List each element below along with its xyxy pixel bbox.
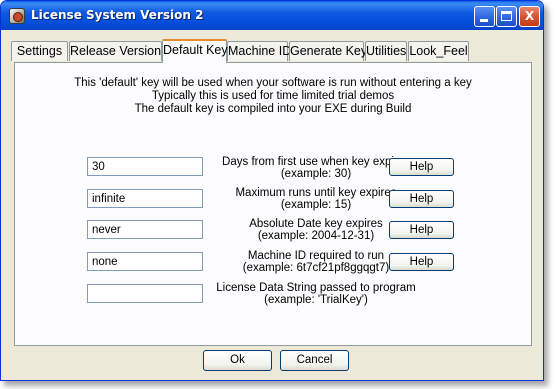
intro-line-1: This 'default' key will be used when you… — [74, 77, 472, 89]
max-runs-help-button[interactable]: Help — [389, 190, 454, 208]
close-button[interactable]: X — [519, 6, 540, 27]
tab-default-key[interactable]: Default Key — [162, 39, 228, 63]
intro-line-2: Typically this is used for time limited … — [151, 90, 395, 102]
license-data-string-input[interactable] — [87, 284, 203, 303]
days-help-button[interactable]: Help — [389, 158, 454, 176]
window-title: License System Version 2 — [31, 8, 204, 22]
title-bar[interactable]: License System Version 2 X — [1, 1, 543, 30]
tab-generate-key[interactable]: Generate Key — [289, 41, 367, 61]
intro-text: This 'default' key will be used when you… — [15, 77, 531, 116]
maximize-button[interactable] — [496, 6, 517, 27]
maximize-icon — [501, 11, 512, 21]
close-icon: X — [524, 9, 535, 23]
cancel-button[interactable]: Cancel — [280, 350, 349, 371]
tab-look-feel[interactable]: Look_Feel — [408, 41, 469, 61]
tab-strip: Settings Release Version Default Key Mac… — [11, 39, 533, 63]
tab-settings[interactable]: Settings — [11, 41, 68, 61]
app-icon — [9, 8, 25, 24]
minimize-icon — [480, 19, 488, 22]
max-runs-input[interactable] — [87, 189, 203, 208]
days-until-expire-input[interactable] — [87, 157, 203, 176]
ok-button[interactable]: Ok — [203, 350, 272, 371]
license-data-string-description: License Data String passed to program (e… — [205, 282, 427, 306]
default-key-panel: This 'default' key will be used when you… — [14, 62, 532, 346]
machine-id-help-button[interactable]: Help — [389, 253, 454, 271]
license-data-string-label: License Data String passed to program — [216, 282, 416, 294]
absolute-date-input[interactable] — [87, 220, 203, 239]
absolute-date-help-button[interactable]: Help — [389, 221, 454, 239]
tab-machine-id[interactable]: Machine ID — [227, 41, 291, 61]
machine-id-input[interactable] — [87, 252, 203, 271]
application-window: License System Version 2 X Settings Rele… — [0, 0, 544, 381]
minimize-button[interactable] — [474, 6, 495, 27]
tab-release-version[interactable]: Release Version — [69, 41, 162, 61]
license-data-string-example: (example: 'TrialKey') — [264, 294, 368, 306]
tab-utilities[interactable]: Utilities — [365, 41, 407, 61]
intro-line-3: The default key is compiled into your EX… — [134, 103, 412, 115]
